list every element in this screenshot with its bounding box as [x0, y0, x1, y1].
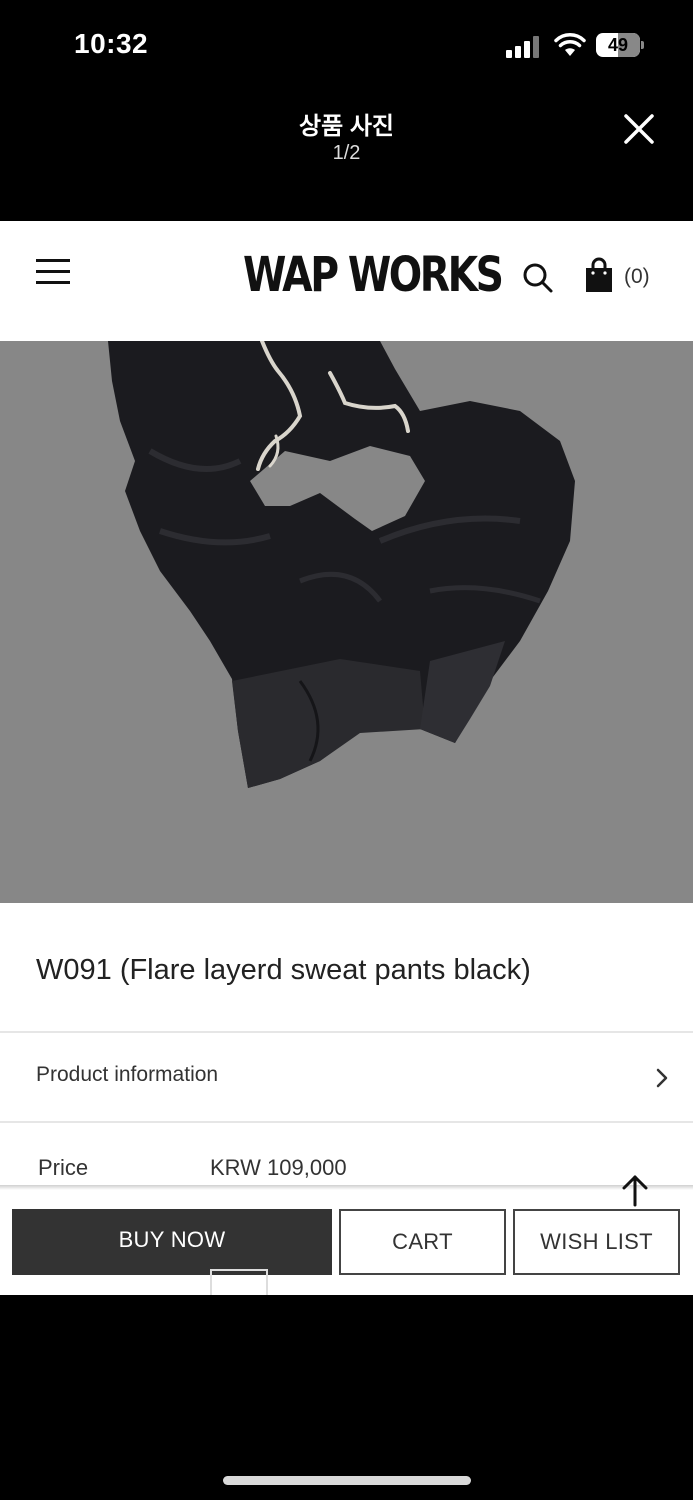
price-label: Price — [38, 1155, 89, 1180]
divider — [0, 1031, 693, 1033]
battery-icon: 49 — [596, 33, 644, 57]
cart-count[interactable]: (0) — [624, 265, 650, 289]
viewer-title: 상품 사진 — [299, 113, 394, 140]
product-image — [0, 341, 693, 903]
photo-counter: 1/2 — [332, 142, 361, 164]
shopping-bag-icon[interactable] — [585, 257, 613, 293]
search-icon[interactable] — [522, 261, 554, 295]
chevron-right-icon — [656, 1068, 668, 1088]
divider — [0, 1121, 693, 1123]
product-information-row[interactable]: Product information — [0, 1034, 693, 1122]
status-time: 10:32 — [74, 28, 149, 59]
battery-level: 49 — [607, 35, 629, 55]
product-photo: WAP WORKS (0) W091 (Flare layerd sweat p… — [0, 221, 693, 1295]
cellular-signal-icon — [506, 36, 542, 58]
site-header: WAP WORKS (0) — [0, 221, 693, 341]
close-icon[interactable] — [618, 108, 660, 150]
wish-list-button[interactable]: WISH LIST — [513, 1209, 680, 1275]
sweat-pants-illustration — [108, 341, 575, 788]
status-bar: 10:32 49 — [0, 0, 693, 90]
size-option-box — [210, 1269, 268, 1295]
menu-icon[interactable] — [36, 259, 70, 287]
purchase-action-bar: BUY NOW CART WISH LIST — [0, 1185, 693, 1295]
site-logo[interactable]: WAP WORKS — [243, 247, 504, 303]
add-to-cart-button[interactable]: CART — [339, 1209, 506, 1275]
price-value: KRW 109,000 — [210, 1155, 347, 1180]
home-indicator[interactable] — [223, 1476, 471, 1485]
scroll-to-top-icon[interactable] — [620, 1173, 650, 1207]
photo-viewer-header: 상품 사진 1/2 — [0, 90, 693, 221]
wifi-icon — [554, 33, 586, 56]
buy-now-button[interactable]: BUY NOW — [12, 1209, 332, 1275]
product-title: W091 (Flare layerd sweat pants black) — [36, 954, 531, 986]
product-information-label: Product information — [36, 1063, 219, 1086]
